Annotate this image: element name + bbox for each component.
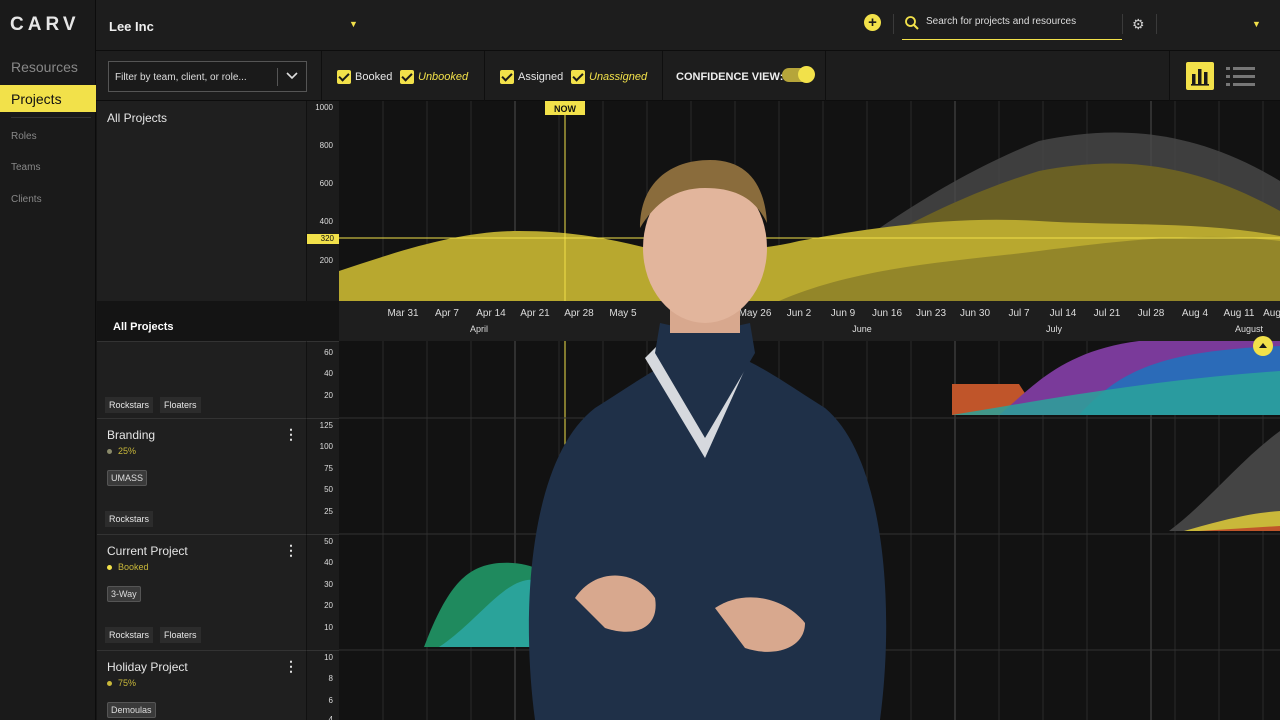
filter-placeholder: Filter by team, client, or role... [115,72,247,83]
client-badge[interactable]: UMASS [107,470,148,486]
project-status: 75% [107,678,136,688]
search-box [902,12,1122,40]
project-status: 25% [107,446,136,456]
add-icon[interactable]: + [864,14,881,31]
section-header: All Projects [97,301,339,341]
all-projects-title: All Projects [107,111,168,125]
row-y-axis: 125 100 75 50 25 [306,418,339,534]
unassigned-checkbox[interactable]: Unassigned [571,69,647,85]
app: CARV Resources Projects Roles Teams Clie… [0,0,1280,720]
left-nav: CARV Resources Projects Roles Teams Clie… [0,0,96,720]
chevron-down-icon [286,72,298,80]
list-icon [1226,67,1255,86]
checkbox-checked-icon [500,70,514,84]
presenter-video-overlay [528,160,887,720]
search-input[interactable] [926,16,1116,27]
search-icon [905,16,919,30]
bar-chart-icon [1191,69,1209,86]
project-name[interactable]: Holiday Project [107,660,188,674]
client-badge[interactable]: Demoulas [107,702,156,718]
filter-bar: Filter by team, client, or role... Booke… [96,51,1280,101]
nav-teams[interactable]: Teams [11,162,40,173]
project-name[interactable]: Branding [107,428,155,442]
carv-logo[interactable]: CARV [10,14,80,36]
scroll-up-button[interactable] [1253,336,1273,356]
more-options-icon[interactable]: ⋮ [284,658,298,675]
team-tag[interactable]: Rockstars [105,627,154,643]
divider [893,14,894,34]
more-options-icon[interactable]: ⋮ [284,426,298,443]
chart-view-button[interactable] [1186,62,1214,90]
row-y-axis: 10 8 6 4 [306,650,339,720]
team-tag[interactable]: Rockstars [105,397,154,413]
booked-checkbox[interactable]: Booked [337,69,392,85]
chevron-up-icon [1259,343,1267,348]
project-row-branding[interactable]: Branding ⋮ 25% UMASS Rockstars [97,418,306,534]
user-menu-dropdown-icon[interactable]: ▼ [1252,19,1261,29]
project-row-holiday-project[interactable]: Holiday Project ⋮ 75% Demoulas [97,650,306,720]
unbooked-checkbox[interactable]: Unbooked [400,69,468,85]
team-tag[interactable]: Rockstars [105,511,154,527]
divider [1156,14,1157,34]
row-y-axis: 50 40 30 20 10 [306,534,339,650]
client-badge[interactable]: 3-Way [107,586,141,602]
checkbox-checked-icon [400,70,414,84]
now-value-badge: 320 [307,234,340,244]
status-dot-icon [107,564,112,570]
confidence-view-toggle[interactable] [782,66,815,83]
team-tag[interactable]: Floaters [160,627,201,643]
nav-projects[interactable]: Projects [0,85,96,112]
project-status: Booked [107,562,149,572]
gear-icon[interactable]: ⚙ [1132,16,1145,33]
project-name[interactable]: Current Project [107,544,188,558]
nav-resources[interactable]: Resources [11,59,78,75]
status-dot-icon [107,448,112,454]
company-dropdown-icon[interactable]: ▼ [349,19,358,29]
now-label: NOW [554,104,577,114]
nav-divider [11,117,91,118]
company-name[interactable]: Lee Inc [109,19,154,34]
filter-select[interactable]: Filter by team, client, or role... [108,61,307,92]
project-row-current-project[interactable]: Current Project ⋮ Booked 3-Way Rockstars… [97,534,306,650]
section-title: All Projects [113,321,174,333]
top-bar: Lee Inc ▼ + ⚙ ▼ [96,0,1280,51]
overview-y-axis: 1000 800 600 400 320 200 [306,101,340,301]
nav-clients[interactable]: Clients [11,194,42,205]
project-row[interactable]: Rockstars Floaters [97,341,306,418]
list-view-button[interactable] [1226,64,1256,90]
status-dot-icon [107,680,112,686]
more-options-icon[interactable]: ⋮ [284,542,298,559]
divider [1122,14,1123,34]
team-tag[interactable]: Floaters [160,397,201,413]
checkbox-checked-icon [571,70,585,84]
row-y-axis: 60 40 20 [306,341,339,418]
assigned-checkbox[interactable]: Assigned [500,69,563,85]
nav-roles[interactable]: Roles [11,131,37,142]
confidence-view-label: CONFIDENCE VIEW: [676,71,784,83]
checkbox-checked-icon [337,70,351,84]
